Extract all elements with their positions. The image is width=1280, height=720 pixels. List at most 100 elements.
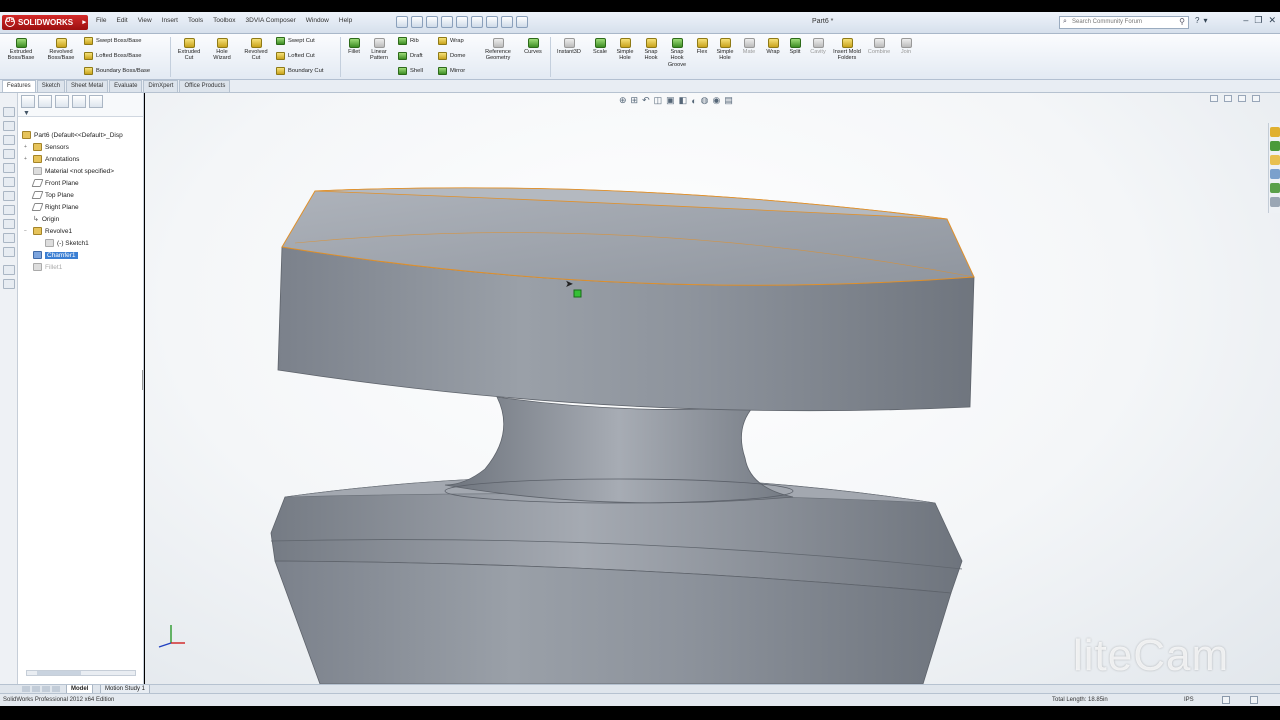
split-button[interactable]: Split	[785, 38, 805, 55]
combine-button[interactable]: Combine	[864, 38, 894, 55]
lofted-cut-button[interactable]: Lofted Cut	[276, 52, 315, 60]
restore-icon[interactable]: ❐	[1254, 15, 1262, 26]
draft-button[interactable]: Draft	[398, 52, 423, 60]
simple-hole-button[interactable]: Simple Hole	[613, 38, 637, 62]
insert-mold-folders-button[interactable]: Insert Mold Folders	[832, 38, 862, 62]
tab-features[interactable]: Features	[2, 80, 36, 92]
curves-button[interactable]: Curves	[520, 38, 546, 55]
menu-help[interactable]: Help	[335, 16, 356, 25]
resources-icon[interactable]	[1270, 127, 1280, 137]
dimxpert-manager-tab[interactable]	[72, 95, 86, 108]
tree-item-chamfer1[interactable]: Chamfer1	[24, 251, 78, 259]
solidworks-logo[interactable]: DS SOLIDWORKS ▸	[2, 15, 88, 30]
tree-item-top-plane[interactable]: Top Plane	[24, 191, 74, 199]
configuration-manager-tab[interactable]	[55, 95, 69, 108]
tree-item-fillet1[interactable]: Fillet1	[24, 263, 62, 271]
viewport-minimize-icon[interactable]	[1210, 95, 1218, 102]
tree-item-revolve1[interactable]: − Revolve1	[24, 227, 72, 235]
units-indicator[interactable]: IPS	[1184, 697, 1194, 703]
tool-icon[interactable]	[3, 219, 15, 229]
tree-item-front-plane[interactable]: Front Plane	[24, 179, 79, 187]
snap-hook-groove-button[interactable]: Snap Hook Groove	[664, 38, 690, 68]
viewport-close-icon[interactable]	[1252, 95, 1260, 102]
reference-geometry-button[interactable]: Reference Geometry	[478, 38, 518, 62]
menu-3dvia[interactable]: 3DVIA Composer	[242, 16, 300, 25]
menu-view[interactable]: View	[134, 16, 156, 25]
search-input[interactable]: ⌕ Search Community Forum ⚲	[1059, 16, 1189, 29]
tree-item-origin[interactable]: ↳ Origin	[24, 215, 59, 224]
filter-icon[interactable]: ▼	[23, 110, 30, 117]
tool-icon[interactable]	[3, 191, 15, 201]
select-icon[interactable]	[471, 16, 483, 28]
minimize-icon[interactable]: –	[1243, 15, 1248, 26]
previous-view-icon[interactable]: ↶	[642, 95, 650, 106]
instant3d-button[interactable]: Instant3D	[552, 38, 586, 55]
tab-sketch[interactable]: Sketch	[36, 80, 66, 92]
tree-item-right-plane[interactable]: Right Plane	[24, 203, 79, 211]
edit-appearance-icon[interactable]: ◍	[701, 95, 709, 106]
print-icon[interactable]	[441, 16, 453, 28]
hole-wizard-button[interactable]: Hole Wizard	[208, 38, 236, 62]
extruded-boss-button[interactable]: Extruded Boss/Base	[4, 38, 38, 62]
apply-scene-icon[interactable]: ◉	[712, 95, 720, 106]
tab-office-products[interactable]: Office Products	[179, 80, 231, 92]
neck[interactable]	[444, 396, 794, 504]
tab-sheet-metal[interactable]: Sheet Metal	[66, 80, 109, 92]
selection-handle[interactable]	[573, 289, 582, 298]
file-explorer-icon[interactable]	[1270, 155, 1280, 165]
section-view-icon[interactable]: ◫	[654, 95, 663, 106]
tab-dimxpert[interactable]: DimXpert	[143, 80, 179, 92]
help-status-icon[interactable]	[1250, 696, 1258, 704]
tool-icon[interactable]	[3, 107, 15, 117]
zoom-to-area-icon[interactable]: ⊞	[631, 95, 639, 106]
tree-item-sketch1[interactable]: (-) Sketch1	[36, 239, 89, 247]
tool-icon[interactable]	[3, 121, 15, 131]
boundary-boss-button[interactable]: Boundary Boss/Base	[84, 67, 150, 75]
tool-icon[interactable]	[3, 265, 15, 275]
scale-button[interactable]: Scale	[589, 38, 611, 55]
graphics-area[interactable]: ⊕ ⊞ ↶ ◫ ▣ ◧ ◐ ◍ ◉ ▤ ➤ liteCam	[145, 93, 1280, 684]
undo-icon[interactable]	[456, 16, 468, 28]
next-tab-arrow-icon[interactable]	[42, 686, 50, 692]
tool-icon[interactable]	[3, 149, 15, 159]
help-icon[interactable]: ?	[1195, 16, 1199, 25]
view-palette-icon[interactable]	[1270, 169, 1280, 179]
save-icon[interactable]	[426, 16, 438, 28]
view-settings-icon[interactable]: ▤	[724, 95, 733, 106]
custom-properties-icon[interactable]	[1270, 197, 1280, 207]
linear-pattern-button[interactable]: Linear Pattern	[366, 38, 392, 62]
cavity-button[interactable]: Cavity	[806, 38, 830, 55]
tree-item-material[interactable]: Material <not specified>	[24, 167, 114, 175]
appearances-icon[interactable]	[1270, 183, 1280, 193]
open-icon[interactable]	[411, 16, 423, 28]
tree-horizontal-scrollbar[interactable]	[26, 670, 136, 676]
viewport-tile-icon[interactable]	[1224, 95, 1232, 102]
last-tab-arrow-icon[interactable]	[52, 686, 60, 692]
swept-cut-button[interactable]: Swept Cut	[276, 37, 315, 45]
new-icon[interactable]	[396, 16, 408, 28]
join-button[interactable]: Join	[896, 38, 916, 55]
tool-icon[interactable]	[3, 177, 15, 187]
menu-tools[interactable]: Tools	[184, 16, 207, 25]
rib-button[interactable]: Rib	[398, 37, 419, 45]
extruded-cut-button[interactable]: Extruded Cut	[174, 38, 204, 62]
rebuild-status-icon[interactable]	[1222, 696, 1230, 704]
tool-icon[interactable]	[3, 247, 15, 257]
snap-hook-button[interactable]: Snap Hook	[639, 38, 663, 62]
tree-item-sensors[interactable]: + Sensors	[24, 143, 69, 151]
tree-item-part[interactable]: Part6 (Default<<Default>_Disp	[22, 131, 123, 139]
flex-button[interactable]: Flex	[692, 38, 712, 55]
zoom-to-fit-icon[interactable]: ⊕	[619, 95, 627, 106]
feature-manager-tab[interactable]	[21, 95, 35, 108]
menu-toolbox[interactable]: Toolbox	[209, 16, 239, 25]
property-manager-tab[interactable]	[38, 95, 52, 108]
menu-window[interactable]: Window	[302, 16, 333, 25]
collapse-icon[interactable]: −	[24, 228, 30, 234]
lofted-boss-button[interactable]: Lofted Boss/Base	[84, 52, 141, 60]
display-manager-tab[interactable]	[89, 95, 103, 108]
wrap-2-button[interactable]: Wrap	[762, 38, 784, 55]
expand-icon[interactable]: +	[24, 144, 30, 150]
upper-flange[interactable]	[277, 187, 975, 412]
tool-icon[interactable]	[3, 279, 15, 289]
revolved-cut-button[interactable]: Revolved Cut	[240, 38, 272, 62]
